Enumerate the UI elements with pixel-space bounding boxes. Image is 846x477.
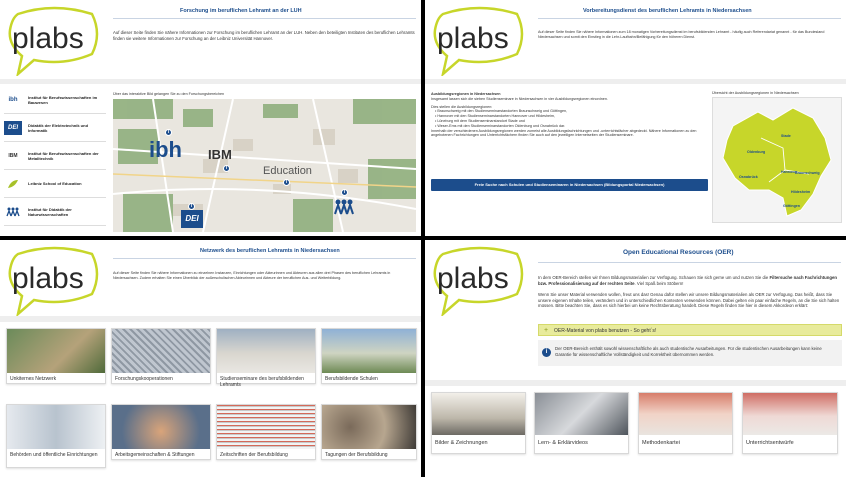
map-caption: Über das interaktive Bild gelangen Sie z…	[113, 92, 225, 96]
netzwerk-panel: plabs Netzwerk des beruflichen Lehramts …	[0, 240, 421, 477]
idn-map-icon[interactable]	[333, 199, 355, 215]
page-title: Open Educational Resources (OER)	[623, 249, 734, 256]
dei-map-label[interactable]: DEI	[181, 210, 203, 228]
ausbildungsregionen-section: Ausbildungsregionen in Niedersachsen Ins…	[431, 92, 715, 138]
plabs-logo[interactable]: plabs	[429, 4, 529, 76]
map-caption: Übersicht der Ausbildungsregionen in Nie…	[712, 91, 799, 95]
logo-text: plabs	[12, 22, 84, 55]
tile-arbeitsgemeinschaften[interactable]: Arbeitsgemeinschaften & Stiftungen	[111, 404, 211, 460]
institute-item[interactable]: IBM Institut für Berufswissenschaften de…	[4, 142, 106, 170]
page-title: Vorbereitungsdienst des beruflichen Lehr…	[583, 8, 752, 14]
tile-lern-erklaervideos[interactable]: Lern- & Erklärvideos	[534, 392, 629, 454]
intro-paragraph: In dem OER-Bereich stellen wir Ihnen Bil…	[538, 275, 838, 286]
tile-image	[322, 329, 416, 373]
tile-image	[743, 393, 837, 435]
institute-item[interactable]: Institut für Didaktik der Naturwissensch…	[4, 198, 106, 226]
tile-methodenkartei[interactable]: Methodenkartei	[638, 392, 733, 454]
tile-image	[432, 393, 525, 435]
tile-image	[112, 329, 210, 373]
tile-image	[639, 393, 732, 435]
logo-text: plabs	[437, 262, 509, 295]
map-marker-info-icon[interactable]: i	[341, 189, 348, 196]
vorbereitungsdienst-panel: plabs Vorbereitungsdienst des berufliche…	[425, 0, 846, 236]
institute-list: ibh Institut für Berufswissenschaften im…	[4, 86, 106, 226]
city-hildesheim[interactable]: Hildesheim	[791, 190, 810, 194]
map-marker-info-icon[interactable]: i	[223, 165, 230, 172]
ibh-logo-icon: ibh	[8, 96, 18, 103]
institute-item[interactable]: DEI Didaktik der Elektrotechnik und Info…	[4, 114, 106, 142]
tile-berufsbildende-schulen[interactable]: Berufsbildende Schulen	[321, 328, 417, 384]
tile-image	[7, 405, 105, 449]
tile-behoerden[interactable]: Behörden und öffentliche Einrichtungen	[6, 404, 106, 468]
map-marker-info-icon[interactable]: i	[283, 179, 290, 186]
tile-zeitschriften[interactable]: Zeitschriften der Berufsbildung	[216, 404, 316, 460]
map-marker-info-icon[interactable]: i	[188, 203, 195, 210]
education-map-label[interactable]: Education	[263, 165, 312, 177]
tile-image	[322, 405, 416, 449]
tile-image	[112, 405, 210, 449]
page-title: Forschung im beruflichen Lehramt an der …	[180, 8, 302, 14]
rules-paragraph: Wenn Sie unser Material verwenden wollen…	[538, 292, 840, 309]
page-title: Netzwerk des beruflichen Lehramts in Nie…	[200, 248, 340, 254]
info-text: Der OER-Bereich enthält sowohl wissensch…	[555, 346, 822, 357]
tile-bilder-zeichnungen[interactable]: Bilder & Zeichnungen	[431, 392, 526, 454]
tile-image	[217, 405, 315, 449]
tile-image	[7, 329, 105, 373]
oer-panel: plabs Open Educational Resources (OER) I…	[425, 240, 846, 477]
tile-internes-netzwerk[interactable]: Unkiternes Netzwerk	[6, 328, 106, 384]
plabs-logo[interactable]: plabs	[4, 4, 104, 76]
tile-image	[217, 329, 315, 373]
dei-logo-icon: DEI	[4, 120, 22, 135]
idn-figures-icon	[4, 205, 22, 219]
section-intro: Insgesamt lassen sich die sieben Studien…	[431, 96, 608, 101]
oer-accordion[interactable]: + OER-Material von plabs benutzen - So g…	[538, 324, 842, 336]
plabs-logo[interactable]: plabs	[429, 244, 529, 316]
intro-text: Auf dieser Seite finden Sie nähere Infor…	[113, 271, 391, 280]
city-oldenburg[interactable]: Oldenburg	[747, 150, 765, 154]
forschung-panel: plabs Forschung im beruflichen Lehramt a…	[0, 0, 421, 236]
intro-text: Auf dieser Seite finden Sie nähere Infor…	[113, 30, 415, 41]
plus-icon: +	[544, 327, 549, 334]
logo-text: plabs	[12, 262, 84, 295]
ibh-map-label[interactable]: ibh	[149, 137, 182, 163]
ibm-logo-icon: IBM	[8, 152, 18, 159]
ibm-map-label[interactable]: IBM	[208, 147, 232, 162]
intro-text: Auf dieser Seite finden Sie nähere Infor…	[538, 30, 825, 39]
tile-unterrichtsentwuerfe[interactable]: Unterrichtsentwürfe	[742, 392, 838, 454]
leibniz-leaf-icon	[4, 177, 22, 191]
tile-studienseminare[interactable]: Studienseminare des berufsbildenden Lehr…	[216, 328, 316, 388]
tile-tagungen[interactable]: Tagungen der Berufsbildung	[321, 404, 417, 460]
institute-item[interactable]: Leibniz School of Education	[4, 170, 106, 198]
plabs-logo[interactable]: plabs	[4, 244, 104, 316]
niedersachsen-map[interactable]: Stade Oldenburg Hannover Osnabrück Braun…	[712, 97, 842, 223]
info-icon: i	[542, 348, 551, 357]
info-box: i Der OER-Bereich enthält sowohl wissens…	[538, 340, 842, 366]
map-marker-info-icon[interactable]: i	[165, 129, 172, 136]
schulsuche-button[interactable]: Freie Suche nach Schulen und Studiensemi…	[431, 179, 708, 191]
city-goettingen[interactable]: Göttingen	[783, 204, 800, 208]
tile-image	[535, 393, 628, 435]
logo-text: plabs	[437, 22, 509, 55]
interactive-campus-map[interactable]: ibh IBM Education DEI i i i i i	[113, 99, 416, 232]
city-stade[interactable]: Stade	[781, 134, 791, 138]
outro-text: Innerhalb der verschiedenen Ausbildungsr…	[431, 128, 697, 138]
accordion-label: OER-Material von plabs benutzen - So geh…	[554, 328, 657, 334]
institute-item[interactable]: ibh Institut für Berufswissenschaften im…	[4, 86, 106, 114]
city-braunschweig[interactable]: Braunschweig	[795, 171, 820, 175]
city-osnabrueck[interactable]: Osnabrück	[739, 175, 758, 179]
tile-forschungskooperationen[interactable]: Forschungskooperationen	[111, 328, 211, 384]
